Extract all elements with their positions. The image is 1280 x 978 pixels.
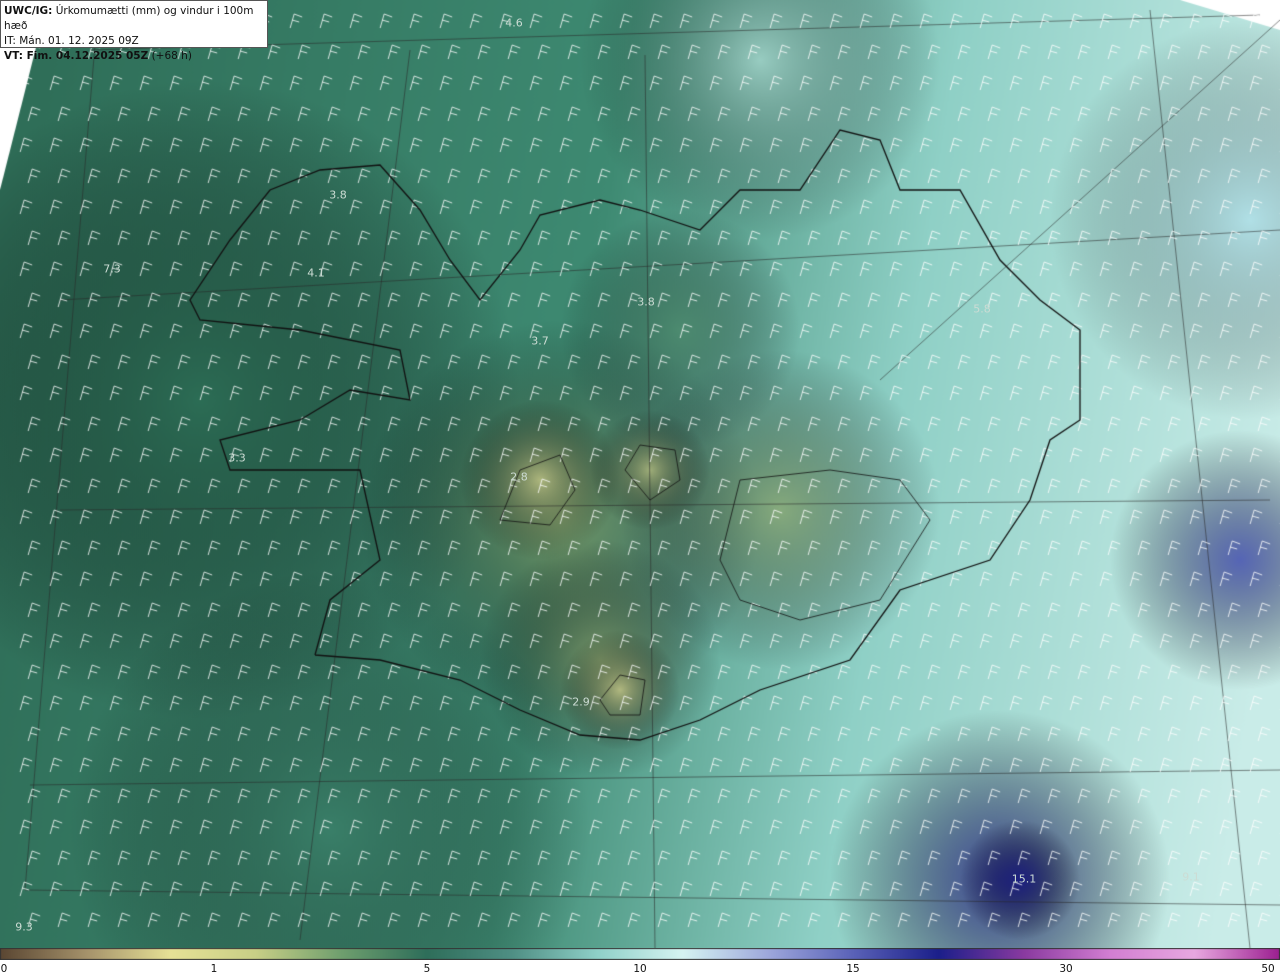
map-value-label: 15.1 xyxy=(1011,872,1037,886)
map-value-label: 2.8 xyxy=(510,470,528,484)
init-time: IT: Mán. 01. 12. 2025 09Z xyxy=(4,35,139,47)
colorbar xyxy=(0,948,1280,960)
valid-time-line: VT: Fim. 04.12.2025 05Z (+68 h) xyxy=(4,49,264,64)
forecast-lead: (+68 h) xyxy=(148,50,192,62)
colorbar-tick: 5 xyxy=(423,963,431,975)
map-value-label: 7.3 xyxy=(103,262,121,276)
map-value-label: 3.3 xyxy=(228,451,246,465)
colorbar-tick: 50 xyxy=(1261,963,1275,975)
map-value-label: 3.7 xyxy=(531,334,549,348)
colorbar-tick: 0 xyxy=(0,963,8,975)
map-value-label: 3.8 xyxy=(329,188,347,202)
colorbar-tick: 1 xyxy=(210,963,218,975)
map-value-label: 4.1 xyxy=(307,266,325,280)
map-title-box: UWC/IG: Úrkomumætti (mm) og vindur i 100… xyxy=(0,0,268,62)
map-value-label: 9.3 xyxy=(15,920,33,934)
map-value-label: 2.9 xyxy=(572,695,590,709)
map-value-label: 9.1 xyxy=(1182,870,1200,884)
map-value-label: 5.8 xyxy=(973,302,991,316)
title-line: UWC/IG: Úrkomumætti (mm) og vindur i 100… xyxy=(4,4,264,34)
map-value-label: 3.8 xyxy=(637,295,655,309)
model-name: UWC/IG: xyxy=(4,5,53,17)
map-value-label: 4.6 xyxy=(505,16,523,30)
precipitation-map xyxy=(0,0,1280,948)
colorbar-ticks: 0 1 5 10 15 30 50 xyxy=(0,960,1280,978)
colorbar-tick: 10 xyxy=(633,963,647,975)
valid-time: VT: Fim. 04.12.2025 05Z xyxy=(4,50,149,62)
colorbar-tick: 15 xyxy=(846,963,860,975)
colorbar-tick: 30 xyxy=(1059,963,1073,975)
